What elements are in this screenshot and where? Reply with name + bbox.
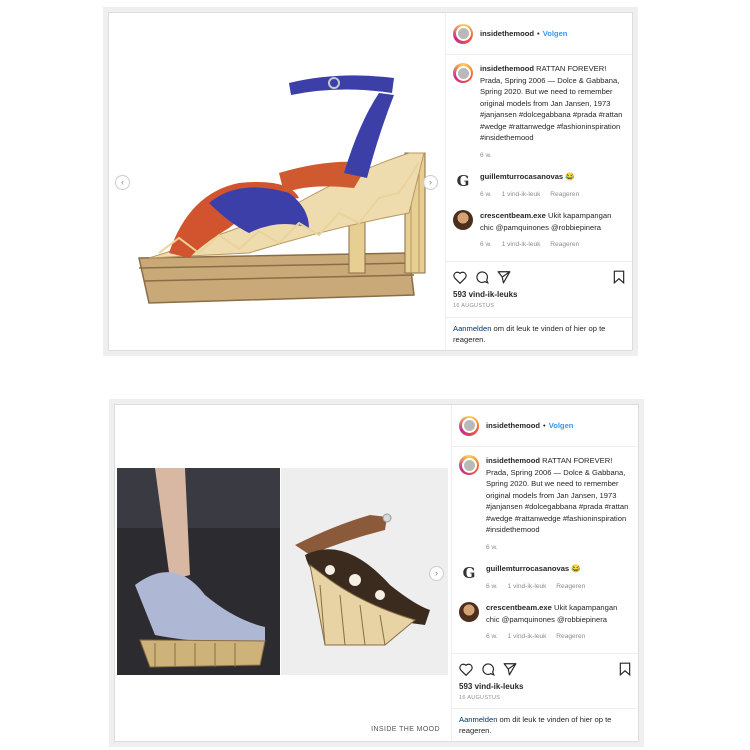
login-prompt: Aanmelden om dit leuk te vinden of hier … [446, 317, 632, 350]
avatar[interactable] [453, 23, 473, 44]
action-bar: 593 vind-ik-leuks 16 AUGUSTUS [452, 653, 638, 701]
caption-username[interactable]: insidethemood [486, 456, 540, 465]
comment-age: 6 w. [486, 633, 498, 640]
comment-likes[interactable]: 1 vind-ik-leuk [508, 633, 547, 640]
follow-button[interactable]: Volgen [549, 421, 574, 430]
share-icon[interactable] [497, 270, 511, 284]
comments-list: insidethemood RATTAN FOREVER! Prada, Spr… [452, 447, 638, 660]
comment: G guillemturrocasanovas 😂 6 w. 1 vind-ik… [459, 563, 631, 592]
reply-button[interactable]: Reageren [550, 191, 579, 198]
comment: crescentbeam.exe Ukit kapampangan chic @… [459, 602, 631, 643]
instagram-post-2: › INSIDE THE MOOD insidethemood • Volgen… [114, 404, 639, 742]
username[interactable]: insidethemood [480, 29, 534, 38]
caption: insidethemood RATTAN FOREVER! Prada, Spr… [459, 455, 631, 553]
comment-username[interactable]: crescentbeam.exe [486, 603, 552, 612]
avatar[interactable] [459, 455, 479, 475]
bookmark-icon[interactable] [619, 662, 631, 676]
instagram-post-1: ‹ › insidethemood • Volgen insidethemood… [108, 12, 633, 351]
comment-text: 😂 [571, 564, 581, 573]
like-count[interactable]: 593 vind-ik-leuks [459, 682, 631, 691]
login-link[interactable]: Aanmelden [453, 324, 491, 333]
sandal-image-comparison [117, 468, 448, 675]
comment: crescentbeam.exe Ukit kapampangan chic @… [453, 210, 625, 251]
caption-age: 6 w. [480, 151, 492, 159]
avatar[interactable] [453, 63, 473, 83]
reply-button[interactable]: Reageren [556, 633, 585, 640]
comments-list: insidethemood RATTAN FOREVER! Prada, Spr… [446, 55, 632, 268]
follow-button[interactable]: Volgen [543, 29, 568, 38]
share-icon[interactable] [503, 662, 517, 676]
chevron-right-icon[interactable]: › [429, 566, 444, 581]
post-image-area[interactable]: › INSIDE THE MOOD [115, 405, 450, 741]
reply-button[interactable]: Reageren [550, 241, 579, 248]
post-sidebar: insidethemood • Volgen insidethemood RAT… [445, 13, 632, 350]
post-date: 16 AUGUSTUS [453, 303, 495, 309]
caption: insidethemood RATTAN FOREVER! Prada, Spr… [453, 63, 625, 161]
comment-username[interactable]: crescentbeam.exe [480, 211, 546, 220]
separator-dot: • [543, 421, 546, 430]
chevron-right-icon[interactable]: › [423, 174, 438, 190]
comment-text: 😂 [565, 172, 575, 181]
post-header: insidethemood • Volgen [452, 405, 638, 447]
caption-username[interactable]: insidethemood [480, 64, 534, 73]
like-count[interactable]: 593 vind-ik-leuks [453, 290, 625, 299]
comment-age: 6 w. [480, 241, 492, 248]
login-prompt: Aanmelden om dit leuk te vinden of hier … [452, 708, 638, 741]
comment-username[interactable]: guillemturrocasanovas [486, 564, 569, 573]
bookmark-icon[interactable] [613, 270, 625, 284]
username[interactable]: insidethemood [486, 421, 540, 430]
caption-age: 6 w. [486, 543, 498, 551]
post-sidebar: insidethemood • Volgen insidethemood RAT… [451, 405, 638, 741]
comment-likes[interactable]: 1 vind-ik-leuk [502, 191, 541, 198]
caption-text: RATTAN FOREVER! Prada, Spring 2006 — Dol… [486, 456, 629, 534]
avatar[interactable] [459, 602, 479, 622]
comment-username[interactable]: guillemturrocasanovas [480, 172, 563, 181]
reply-button[interactable]: Reageren [556, 583, 585, 590]
post-header: insidethemood • Volgen [446, 13, 632, 55]
caption-text: RATTAN FOREVER! Prada, Spring 2006 — Dol… [480, 64, 623, 142]
avatar[interactable] [459, 415, 479, 436]
comment-icon[interactable] [481, 662, 495, 676]
comment: G guillemturrocasanovas 😂 6 w. 1 vind-ik… [453, 171, 625, 200]
heart-icon[interactable] [453, 271, 467, 284]
watermark: INSIDE THE MOOD [371, 726, 440, 733]
avatar[interactable] [453, 210, 473, 230]
action-bar: 593 vind-ik-leuks 16 AUGUSTUS [446, 261, 632, 309]
separator-dot: • [537, 29, 540, 38]
login-link[interactable]: Aanmelden [459, 715, 497, 724]
comment-likes[interactable]: 1 vind-ik-leuk [508, 583, 547, 590]
g-logo-avatar[interactable]: G [459, 563, 479, 583]
comment-age: 6 w. [486, 582, 498, 590]
chevron-left-icon[interactable]: ‹ [115, 174, 130, 190]
g-logo-avatar[interactable]: G [453, 171, 473, 191]
sandal-image-prada [138, 75, 426, 304]
post-date: 16 AUGUSTUS [459, 695, 501, 701]
comment-icon[interactable] [475, 270, 489, 284]
post-image-area[interactable]: ‹ › [109, 13, 444, 350]
heart-icon[interactable] [459, 663, 473, 676]
comment-age: 6 w. [480, 190, 492, 198]
comment-likes[interactable]: 1 vind-ik-leuk [502, 241, 541, 248]
